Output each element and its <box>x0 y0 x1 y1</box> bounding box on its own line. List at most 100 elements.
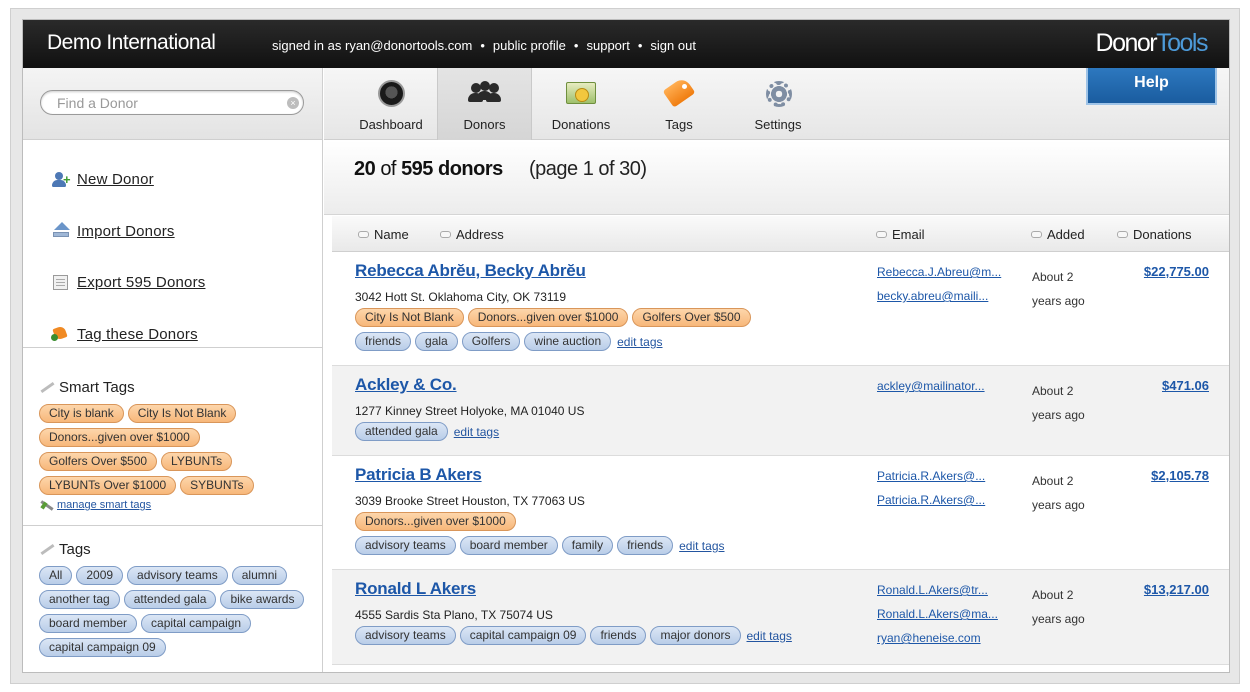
help-button[interactable]: Help <box>1086 68 1217 105</box>
tag-item[interactable]: advisory teams <box>355 626 456 645</box>
smart-tag[interactable]: Golfers Over $500 <box>632 308 751 327</box>
nav-tags[interactable]: Tags <box>634 68 724 140</box>
email-link[interactable]: Rebecca.J.Abreu@m... <box>877 265 1001 289</box>
smart-tag[interactable]: Golfers Over $500 <box>39 452 158 471</box>
smart-tag[interactable]: Donors...given over $1000 <box>39 428 200 447</box>
donation-total-link[interactable]: $22,775.00 <box>1144 264 1209 279</box>
nav-dashboard[interactable]: Dashboard <box>346 68 436 140</box>
email-link[interactable]: ryan@heneise.com <box>877 631 998 655</box>
smart-tag[interactable]: Donors...given over $1000 <box>467 308 629 327</box>
sort-by-donations[interactable]: Donations <box>1117 227 1192 242</box>
sort-by-email[interactable]: Email <box>876 227 925 242</box>
tag-item[interactable]: capital campaign 09 <box>39 638 166 657</box>
donor-name-link[interactable]: Ackley & Co. <box>355 375 457 395</box>
tag-item[interactable]: board member <box>39 614 138 633</box>
donor-name-link[interactable]: Rebecca Abrĕu, Becky Abrĕu <box>355 261 586 281</box>
logo-part-donor: Donor <box>1095 29 1158 57</box>
smart-tag[interactable]: Donors...given over $1000 <box>355 512 516 531</box>
settings-icon <box>761 78 795 110</box>
added-line: About 2 <box>1032 474 1074 488</box>
sort-by-address[interactable]: Address <box>440 227 504 242</box>
smart-tag[interactable]: LYBUNTs Over $1000 <box>39 476 177 495</box>
nav-settings[interactable]: Settings <box>728 68 828 140</box>
column-added: Added <box>1047 227 1085 242</box>
new-donor-action[interactable]: + New Donor <box>23 154 322 206</box>
tag-item[interactable]: capital campaign 09 <box>459 626 587 645</box>
sort-by-name[interactable]: Name <box>358 227 409 242</box>
tag-item[interactable]: another tag <box>39 590 120 609</box>
email-link[interactable]: becky.abreu@maili... <box>877 289 1001 313</box>
email-link[interactable]: Ronald.L.Akers@ma... <box>877 607 998 631</box>
donation-total-link[interactable]: $13,217.00 <box>1144 582 1209 597</box>
search-area: × <box>23 68 322 140</box>
sort-by-added[interactable]: Added <box>1031 227 1085 242</box>
tag-donors-action[interactable]: Tag these Donors <box>23 309 322 361</box>
new-donor-link[interactable]: New Donor <box>77 171 154 188</box>
manage-smart-tags-link[interactable]: manage smart tags <box>39 499 323 511</box>
tag-item[interactable]: advisory teams <box>127 566 228 585</box>
email-link[interactable]: Ronald.L.Akers@tr... <box>877 583 998 607</box>
export-donors-action[interactable]: Export 595 Donors <box>23 257 322 309</box>
tags-section: Tags All 2009 advisory teams alumni anot… <box>23 528 323 657</box>
tag-item[interactable]: attended gala <box>355 422 448 441</box>
smart-tags-heading: Smart Tags <box>39 376 323 398</box>
tag-item[interactable]: board member <box>459 536 558 555</box>
donation-total-link[interactable]: $471.06 <box>1162 378 1209 393</box>
email-link[interactable]: ackley@mailinator... <box>877 379 985 403</box>
support-link[interactable]: support <box>586 38 629 53</box>
find-donor-input[interactable] <box>40 90 304 115</box>
donor-address: 3039 Brooke Street Houston, TX 77063 US <box>355 494 585 508</box>
organization-name[interactable]: Demo International <box>47 31 216 55</box>
added-line: About 2 <box>1032 384 1074 398</box>
smart-tag[interactable]: City is blank <box>39 404 124 423</box>
edit-tags-link[interactable]: edit tags <box>679 539 724 553</box>
smart-tag[interactable]: City Is Not Blank <box>127 404 237 423</box>
public-profile-link[interactable]: public profile <box>493 38 566 53</box>
tag-item[interactable]: capital campaign <box>141 614 252 633</box>
tag-item[interactable]: alumni <box>231 566 288 585</box>
added-date: About 2 years ago <box>1032 265 1112 313</box>
tag-item[interactable]: Golfers <box>461 332 521 351</box>
sort-icon <box>1031 231 1042 238</box>
sign-out-link[interactable]: sign out <box>650 38 696 53</box>
account-links: signed in as ryan@donortools.com • publi… <box>272 38 696 53</box>
tag-item[interactable]: advisory teams <box>355 536 456 555</box>
import-donors-action[interactable]: Import Donors <box>23 206 322 258</box>
edit-tags-link[interactable]: edit tags <box>617 335 662 349</box>
tag-item[interactable]: major donors <box>650 626 741 645</box>
nav-tags-label: Tags <box>665 117 693 132</box>
import-donors-link[interactable]: Import Donors <box>77 223 175 240</box>
clear-search-icon[interactable]: × <box>287 97 299 109</box>
app-window: Demo International signed in as ryan@don… <box>22 19 1230 673</box>
smart-tag[interactable]: LYBUNTs <box>161 452 233 471</box>
tag-donors-link[interactable]: Tag these Donors <box>77 326 198 343</box>
sort-icon <box>876 231 887 238</box>
donor-name-link[interactable]: Ronald L Akers <box>355 579 476 599</box>
donor-tools-logo[interactable]: DonorTools <box>1095 29 1209 58</box>
tag-item[interactable]: bike awards <box>220 590 305 609</box>
donor-name-link[interactable]: Patricia B Akers <box>355 465 482 485</box>
tag-item[interactable]: friends <box>355 332 412 351</box>
edit-tags-link[interactable]: edit tags <box>454 425 499 439</box>
tag-item[interactable]: friends <box>590 626 647 645</box>
tag-item[interactable]: 2009 <box>76 566 124 585</box>
added-line: years ago <box>1032 498 1085 512</box>
smart-tag[interactable]: City Is Not Blank <box>355 308 464 327</box>
tag-item[interactable]: attended gala <box>123 590 217 609</box>
email-link[interactable]: Patricia.R.Akers@... <box>877 469 985 493</box>
tag-item[interactable]: wine auction <box>524 332 612 351</box>
donation-total-link[interactable]: $2,105.78 <box>1151 468 1209 483</box>
tag-all[interactable]: All <box>39 566 73 585</box>
tag-item[interactable]: friends <box>617 536 674 555</box>
email-link[interactable]: Patricia.R.Akers@... <box>877 493 985 517</box>
tag-item[interactable]: family <box>561 536 614 555</box>
tag-item[interactable]: gala <box>415 332 458 351</box>
tag-list: All 2009 advisory teams alumni another t… <box>39 560 323 657</box>
manage-smart-tags-label[interactable]: manage smart tags <box>57 499 151 511</box>
export-donors-link[interactable]: Export 595 Donors <box>77 274 205 291</box>
nav-donors[interactable]: Donors <box>437 68 532 140</box>
donor-tags: advisory teams capital campaign 09 frien… <box>355 626 792 645</box>
nav-donations[interactable]: Donations <box>536 68 626 140</box>
smart-tag[interactable]: SYBUNTs <box>180 476 254 495</box>
edit-tags-link[interactable]: edit tags <box>747 629 792 643</box>
